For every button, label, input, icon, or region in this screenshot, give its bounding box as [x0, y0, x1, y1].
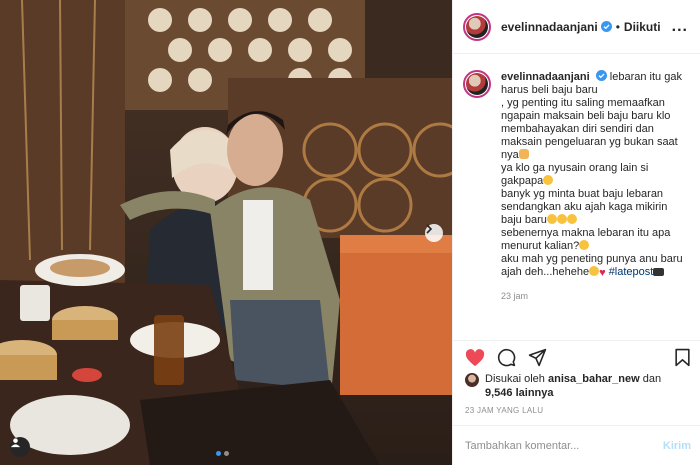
- comment-bar: Kirim: [453, 425, 700, 465]
- liker-avatar[interactable]: [465, 373, 479, 387]
- chevron-right-icon: [426, 224, 433, 234]
- comment-icon[interactable]: [497, 348, 516, 367]
- likes-count[interactable]: 9,546 lainnya: [485, 387, 554, 399]
- smile-emoji-icon: [589, 266, 600, 276]
- post-photo[interactable]: [0, 0, 452, 465]
- post-comment-button[interactable]: Kirim: [663, 440, 691, 452]
- smile-emoji-icon: [543, 175, 554, 185]
- caption-area: evelinnadaanjani lebaran itu gak harus b…: [453, 54, 700, 340]
- likes-summary: Disukai oleh anisa_bahar_new dan 9,546 l…: [465, 372, 661, 400]
- photo-scene: [0, 0, 452, 465]
- verified-badge-icon: [600, 21, 612, 32]
- caption-time: 23 jam: [501, 291, 529, 301]
- header-separator: •: [615, 19, 620, 34]
- pray-emoji-icon: [518, 149, 529, 159]
- caption-username[interactable]: evelinnadaanjani: [501, 71, 590, 83]
- caption-line-2: , yg penting itu saling memaafkan ngapai…: [501, 97, 678, 161]
- verified-badge-icon: [595, 70, 607, 81]
- next-photo-button[interactable]: [425, 224, 443, 242]
- sad-emoji-icon: [579, 240, 590, 250]
- tagged-users-button[interactable]: [10, 437, 30, 457]
- carousel-dot-1: [216, 451, 221, 456]
- post-details-panel: evelinnadaanjani • Diikuti ... evelinnad…: [452, 0, 700, 465]
- author-username[interactable]: evelinnadaanjani: [501, 20, 598, 34]
- sad-emoji-icon: [556, 214, 567, 224]
- camera-emoji-icon: [653, 268, 665, 276]
- following-button[interactable]: Diikuti: [624, 20, 661, 34]
- user-icon: [10, 438, 21, 448]
- caption-line-3: ya klo ga nyusain orang lain si gakpapa: [501, 162, 649, 187]
- action-bar: [453, 340, 700, 374]
- caption-text: evelinnadaanjani lebaran itu gak harus b…: [501, 70, 691, 340]
- sad-emoji-icon: [566, 214, 577, 224]
- carousel-dot-2: [224, 451, 229, 456]
- likes-prefix: Disukai oleh: [485, 373, 545, 385]
- author-avatar[interactable]: [463, 12, 491, 41]
- post-timestamp[interactable]: 23 JAM YANG LALU: [465, 406, 543, 415]
- likes-joiner: dan: [642, 373, 662, 385]
- caption-line-5: sebenernya makna lebaran itu apa menurut…: [501, 227, 671, 252]
- liker-username[interactable]: anisa_bahar_new: [548, 373, 640, 385]
- hashtag-link[interactable]: #latepost: [609, 266, 654, 278]
- post-header: evelinnadaanjani • Diikuti ...: [453, 0, 700, 54]
- comment-input[interactable]: [465, 439, 663, 452]
- heart-emoji-icon: ♥: [599, 267, 606, 279]
- like-heart-icon[interactable]: [465, 348, 485, 367]
- more-options-button[interactable]: ...: [672, 18, 688, 36]
- share-icon[interactable]: [528, 348, 547, 367]
- caption-line-4: banyk yg minta buat baju lebaran sendang…: [501, 188, 668, 226]
- sad-emoji-icon: [546, 214, 557, 224]
- carousel-indicator: [216, 451, 229, 456]
- caption-avatar[interactable]: [463, 70, 491, 98]
- caption-line-6: aku mah yg peneting punya anu baru ajah …: [501, 253, 683, 279]
- bookmark-icon[interactable]: [674, 348, 691, 367]
